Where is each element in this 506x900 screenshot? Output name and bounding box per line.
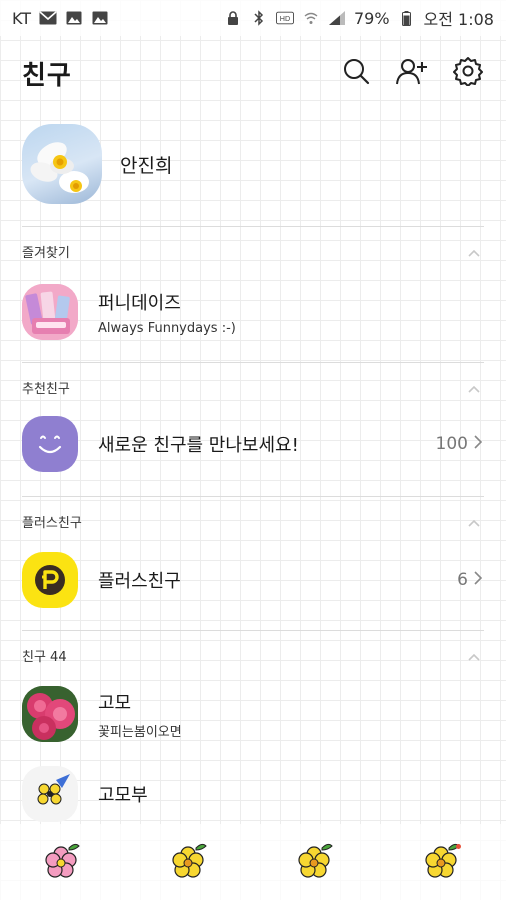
plus-friends-row[interactable]: 플러스친구 6 — [0, 544, 506, 616]
hd-icon: HD — [275, 11, 294, 25]
recommend-count-group: 100 — [435, 434, 483, 454]
image-icon — [91, 11, 109, 25]
plus-friends-text: 플러스친구 — [98, 567, 457, 593]
mail-icon — [39, 11, 57, 25]
plus-friends-label: 플러스친구 — [98, 571, 181, 592]
collapse-recommended-button[interactable] — [466, 379, 482, 395]
friend-avatar — [22, 766, 78, 822]
friend-name: 고모부 — [98, 785, 148, 806]
friends-tab[interactable] — [33, 832, 93, 892]
settings-icon — [453, 56, 483, 90]
friends-header: 친구 44 — [22, 644, 482, 666]
friends-section: 친구 44 고모 꽃피는봄이오면 고모부 — [0, 630, 506, 824]
notification-dot — [455, 844, 461, 849]
chevron-up-icon — [468, 242, 480, 261]
chevron-up-icon — [468, 378, 480, 397]
favorites-section: 즐겨찾기 퍼니데이즈 Always Funnydays :-) — [0, 226, 506, 356]
signal-icon — [328, 11, 346, 25]
chats-tab[interactable] — [160, 832, 220, 892]
plus-friends-header: 플러스친구 — [22, 510, 482, 532]
more-tab[interactable] — [413, 832, 473, 892]
plus-friends-count: 6 — [457, 570, 468, 590]
funnydays-avatar — [22, 284, 78, 340]
app-header: 친구 — [0, 40, 506, 106]
favorite-friend-name: 퍼니데이즈 — [98, 292, 181, 314]
page-title: 친구 — [22, 60, 72, 91]
clock: 오전 1:08 — [423, 10, 494, 29]
favorite-friend-row[interactable]: 퍼니데이즈 Always Funnydays :-) — [0, 276, 506, 348]
chevron-up-icon — [468, 646, 480, 665]
chevron-right-icon — [474, 570, 483, 590]
recommended-section: 추천친구 새로운 친구를 만나보세요! 100 — [0, 362, 506, 492]
section-divider — [22, 630, 484, 631]
friend-row[interactable]: 고모부 — [0, 758, 506, 830]
recommend-count: 100 — [435, 434, 468, 454]
search-tab[interactable] — [286, 832, 346, 892]
favorite-friend-status: Always Funnydays :-) — [98, 320, 236, 336]
collapse-favorites-button[interactable] — [466, 243, 482, 259]
battery-icon — [398, 10, 416, 26]
friend-text: 고모 꽃피는봄이오면 — [98, 689, 482, 740]
yellow-flower-icon — [168, 838, 212, 886]
favorite-friend-text: 퍼니데이즈 Always Funnydays :-) — [98, 289, 482, 336]
battery-label: 79% — [353, 8, 390, 28]
plus-friend-avatar — [22, 552, 78, 608]
recommend-text: 새로운 친구를 만나보세요! — [98, 431, 436, 457]
friends-title: 친구 44 — [22, 649, 67, 665]
my-name: 안진희 — [120, 154, 173, 177]
wifi-icon — [302, 11, 320, 25]
smiley-avatar — [22, 416, 78, 472]
bluetooth-icon — [250, 10, 268, 26]
search-icon — [342, 57, 370, 89]
recommended-header: 추천친구 — [22, 376, 482, 398]
yellow-flower-icon — [294, 838, 338, 886]
lock-icon — [224, 11, 242, 25]
status-left: KT — [12, 9, 109, 28]
collapse-plus-friends-button[interactable] — [466, 513, 482, 529]
image-icon — [65, 11, 83, 25]
search-button[interactable] — [340, 57, 372, 89]
favorites-title: 즐겨찾기 — [22, 245, 70, 261]
recommend-friends-row[interactable]: 새로운 친구를 만나보세요! 100 — [0, 408, 506, 480]
plus-friends-title: 플러스친구 — [22, 515, 82, 531]
recommended-title: 추천친구 — [22, 381, 70, 397]
add-friend-button[interactable] — [396, 57, 428, 89]
status-bar: KT HD 79% 오전 1:08 — [0, 0, 506, 36]
friend-avatar — [22, 686, 78, 742]
chevron-up-icon — [468, 512, 480, 531]
friend-text: 고모부 — [98, 781, 482, 807]
svg-text:HD: HD — [280, 14, 290, 23]
section-divider — [22, 496, 484, 497]
bottom-tab-bar — [0, 824, 506, 900]
chevron-right-icon — [474, 434, 483, 454]
section-divider — [22, 362, 484, 363]
plus-friend-logo-icon — [22, 565, 78, 608]
smiley-face-icon — [22, 435, 78, 472]
add-friend-icon — [396, 57, 428, 89]
my-avatar — [22, 124, 102, 204]
settings-button[interactable] — [452, 57, 484, 89]
collapse-friends-button[interactable] — [466, 647, 482, 663]
status-right: HD 79% 오전 1:08 — [224, 6, 494, 30]
friend-row[interactable]: 고모 꽃피는봄이오면 — [0, 678, 506, 750]
my-profile-row[interactable]: 안진희 — [0, 118, 506, 210]
recommend-label: 새로운 친구를 만나보세요! — [98, 435, 299, 456]
friend-name: 고모 — [98, 692, 132, 714]
pink-flower-icon — [41, 838, 85, 886]
plus-friends-section: 플러스친구 플러스친구 6 — [0, 496, 506, 626]
header-actions — [340, 57, 484, 89]
section-divider — [22, 226, 484, 227]
friend-status: 꽃피는봄이오면 — [98, 724, 182, 740]
carrier-label: KT — [12, 8, 32, 28]
plus-friends-count-group: 6 — [457, 570, 483, 590]
favorites-header: 즐겨찾기 — [22, 240, 482, 262]
